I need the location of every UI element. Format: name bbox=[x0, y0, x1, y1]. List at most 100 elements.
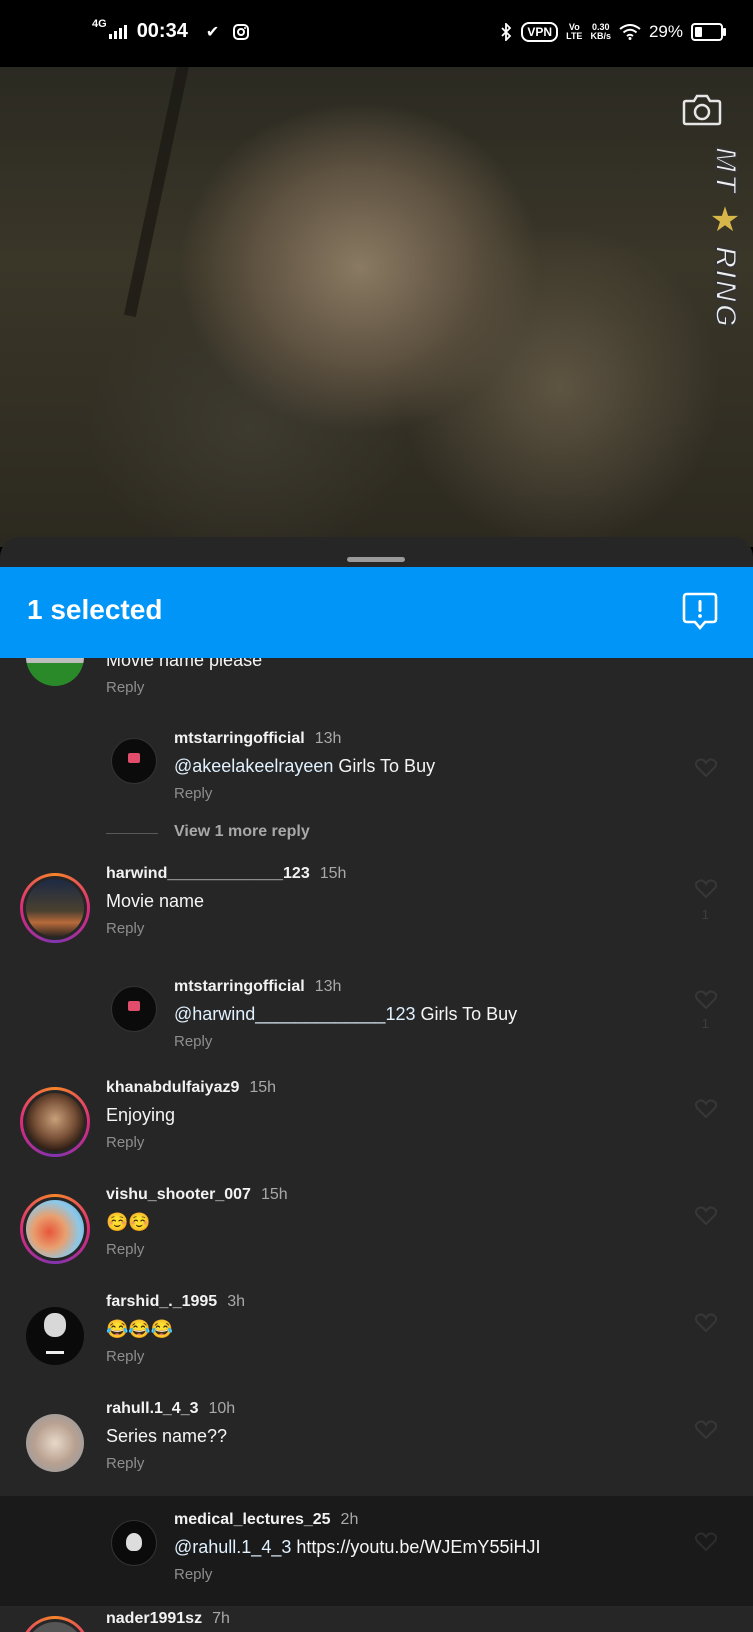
comments-sheet: 1 selected Movie name please Reply mtsta… bbox=[0, 537, 753, 1632]
divider bbox=[106, 833, 158, 834]
comment-text: 😂😂😂 bbox=[106, 1319, 174, 1339]
brand-logo bbox=[128, 753, 140, 763]
avatar[interactable] bbox=[26, 1307, 84, 1365]
comment-username[interactable]: farshid_._1995 3h bbox=[106, 1293, 245, 1311]
comment-time: 10h bbox=[208, 1400, 236, 1417]
avatar bbox=[26, 1200, 84, 1258]
like-heart-icon[interactable] bbox=[695, 1099, 717, 1119]
comment-time: 13h bbox=[314, 978, 342, 995]
view-more-replies[interactable]: View 1 more reply bbox=[106, 823, 706, 843]
avatar-story-ring[interactable] bbox=[20, 1194, 90, 1264]
drag-handle[interactable] bbox=[347, 557, 405, 562]
avatar-story-ring[interactable] bbox=[20, 1087, 90, 1157]
comment-username[interactable]: nader1991sz 7h bbox=[106, 1610, 230, 1628]
check-icon: ✔ bbox=[205, 23, 220, 41]
bluetooth-icon bbox=[501, 23, 512, 41]
comment-username[interactable]: medical_lectures_25 2h bbox=[174, 1511, 358, 1529]
reel-video[interactable]: MT ★ RING bbox=[0, 67, 753, 547]
reply-button[interactable]: Reply bbox=[106, 920, 144, 937]
reply-button[interactable]: Reply bbox=[106, 1455, 144, 1472]
like-count: 1 bbox=[701, 1016, 709, 1031]
comment-text: Enjoying bbox=[106, 1105, 176, 1125]
battery-fill bbox=[695, 27, 702, 37]
comment-text: ☺️☺️ bbox=[106, 1212, 151, 1232]
mention-link[interactable]: @akeelakeelrayeen bbox=[174, 756, 333, 776]
signal-icon bbox=[108, 24, 127, 39]
battery-percent: 29% bbox=[648, 22, 683, 41]
volte-indicator: Vo LTE bbox=[566, 22, 583, 41]
reply-button[interactable]: Reply bbox=[106, 679, 144, 696]
comment-item: farshid_._1995 3h 😂😂😂 Reply bbox=[0, 1291, 753, 1391]
reply-button[interactable]: Reply bbox=[174, 1566, 212, 1583]
comment-time: 13h bbox=[314, 730, 342, 747]
reply-button[interactable]: Reply bbox=[106, 1134, 144, 1151]
reply-button[interactable]: Reply bbox=[174, 785, 212, 802]
view-more-label: View 1 more reply bbox=[174, 823, 310, 840]
camera-icon[interactable] bbox=[682, 92, 722, 126]
comment-time: 15h bbox=[249, 1079, 277, 1096]
like-heart-icon[interactable] bbox=[695, 1420, 717, 1440]
avatar bbox=[26, 879, 84, 937]
mention-link[interactable]: @harwind_____________123 bbox=[174, 1004, 415, 1024]
comment-item: harwind_____________123 15h Movie name Re… bbox=[0, 863, 753, 963]
like-heart-icon[interactable] bbox=[695, 990, 717, 1010]
brand-logo bbox=[128, 1001, 140, 1011]
comment-username[interactable]: mtstarringofficial 13h bbox=[174, 978, 341, 996]
battery-icon bbox=[691, 23, 726, 41]
status-bar: 4G 00:34 ✔ VPN Vo LTE 0.30 KB/s 29% bbox=[0, 0, 753, 67]
avatar[interactable] bbox=[111, 738, 157, 784]
comment-time: 2h bbox=[340, 1511, 359, 1528]
wifi-icon bbox=[619, 24, 641, 40]
video-frame-detail bbox=[123, 67, 269, 334]
watermark: MT ★ RING bbox=[705, 146, 745, 387]
comments-list: Movie name please Reply mtstarringoffici… bbox=[0, 658, 753, 1632]
comment-text: @rahull.1_4_3 https://youtu.be/WJEmY55iH… bbox=[174, 1537, 541, 1557]
comment-item: Movie name please Reply bbox=[0, 658, 753, 708]
comment-username[interactable]: harwind_____________123 15h bbox=[106, 865, 346, 883]
like-heart-icon[interactable] bbox=[695, 1206, 717, 1226]
comment-time: 15h bbox=[319, 865, 347, 882]
comment-item: nader1991sz 7h bbox=[0, 1606, 753, 1632]
avatar-face bbox=[44, 1313, 66, 1337]
like-count: 1 bbox=[701, 907, 709, 922]
adidas-logo bbox=[46, 1341, 64, 1354]
report-icon[interactable] bbox=[681, 591, 719, 631]
selection-title: 1 selected bbox=[27, 594, 163, 625]
comment-item: khanabdulfaiyaz9 15h Enjoying Reply bbox=[0, 1077, 753, 1177]
avatar bbox=[26, 1622, 84, 1632]
vpn-badge: VPN bbox=[521, 22, 559, 42]
comment-text: Movie name bbox=[106, 891, 205, 911]
star-icon: ★ bbox=[709, 201, 741, 240]
comment-username[interactable]: rahull.1_4_3 10h bbox=[106, 1400, 235, 1418]
comment-username[interactable]: mtstarringofficial 13h bbox=[174, 730, 341, 748]
avatar[interactable] bbox=[26, 1414, 84, 1472]
comment-username[interactable]: khanabdulfaiyaz9 15h bbox=[106, 1079, 276, 1097]
comment-time: 7h bbox=[212, 1610, 230, 1627]
comment-username[interactable]: vishu_shooter_007 15h bbox=[106, 1186, 288, 1204]
avatar-story-ring[interactable] bbox=[20, 873, 90, 943]
avatar-story-ring[interactable] bbox=[20, 1616, 90, 1632]
like-heart-icon[interactable] bbox=[695, 1532, 717, 1552]
reply-item: mtstarringofficial 13h @harwind__________… bbox=[0, 976, 753, 1066]
comment-text: @akeelakeelrayeen Girls To Buy bbox=[174, 756, 436, 776]
reply-button[interactable]: Reply bbox=[106, 1348, 144, 1365]
skull-icon bbox=[126, 1533, 142, 1551]
mention-link[interactable]: @rahull.1_4_3 bbox=[174, 1537, 291, 1557]
comment-item: vishu_shooter_007 15h ☺️☺️ Reply bbox=[0, 1184, 753, 1284]
watermark-bottom: RING bbox=[708, 245, 743, 330]
instagram-icon bbox=[233, 23, 250, 40]
avatar[interactable] bbox=[111, 986, 157, 1032]
clock: 00:34 bbox=[136, 20, 188, 42]
avatar[interactable] bbox=[26, 658, 84, 686]
avatar bbox=[26, 1093, 84, 1151]
net-speed: 0.30 KB/s bbox=[590, 22, 611, 41]
reply-item: medical_lectures_25 2h @rahull.1_4_3 http… bbox=[0, 1496, 753, 1606]
like-heart-icon[interactable] bbox=[695, 879, 717, 899]
reply-button[interactable]: Reply bbox=[174, 1033, 212, 1050]
like-heart-icon[interactable] bbox=[695, 1313, 717, 1333]
reply-button[interactable]: Reply bbox=[106, 1241, 144, 1258]
comment-text: @harwind_____________123 Girls To Buy bbox=[174, 1004, 518, 1024]
like-heart-icon[interactable] bbox=[695, 758, 717, 778]
selection-bar: 1 selected bbox=[0, 567, 753, 658]
avatar[interactable] bbox=[111, 1520, 157, 1566]
